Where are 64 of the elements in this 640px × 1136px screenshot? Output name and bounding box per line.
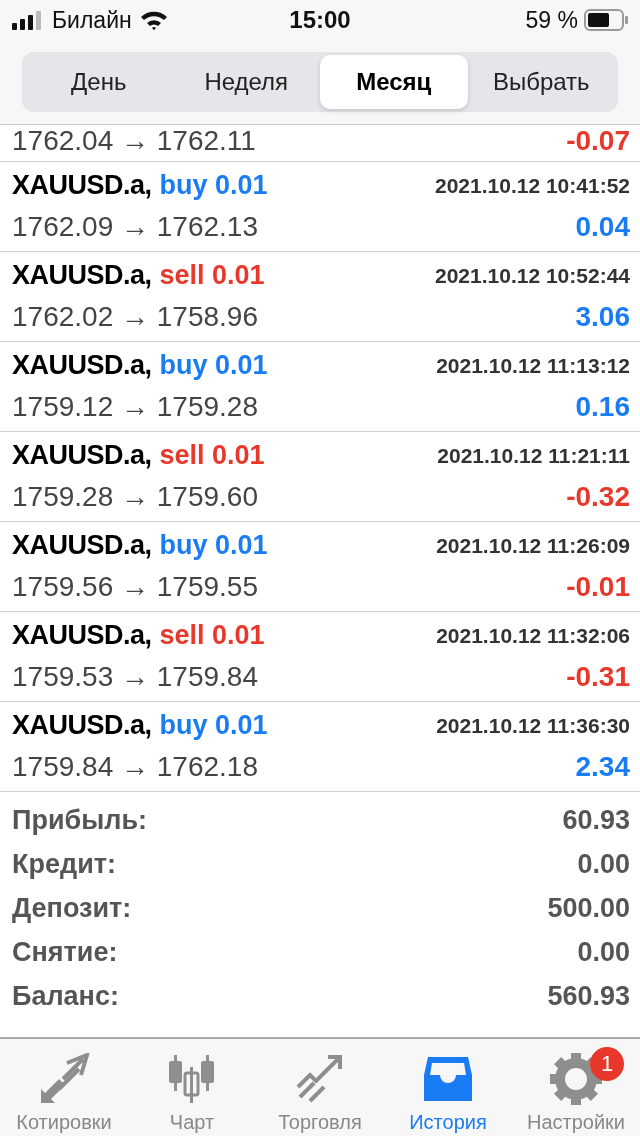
trade-time: 2021.10.12 11:26:09: [436, 533, 630, 558]
price-range: 1762.04 → 1762.11: [12, 125, 256, 157]
symbol-label: XAUUSD.a,: [12, 350, 152, 380]
profit-value: -0.01: [566, 570, 630, 603]
period-tab[interactable]: Месяц: [320, 55, 468, 109]
price-range: 1759.12 → 1759.28: [12, 390, 258, 423]
price-range: 1762.02 → 1758.96: [12, 300, 258, 333]
order-label: buy 0.01: [159, 350, 268, 380]
summary-value: 60.93: [562, 804, 630, 836]
summary-label: Депозит:: [12, 892, 132, 924]
battery-icon: [584, 9, 628, 31]
trade-time: 2021.10.12 10:41:52: [435, 173, 630, 198]
price-range: 1762.09 → 1762.13: [12, 210, 258, 243]
period-tab[interactable]: День: [25, 55, 173, 109]
notification-badge: 1: [590, 1047, 624, 1081]
summary-label: Баланс:: [12, 980, 119, 1012]
price-range: 1759.53 → 1759.84: [12, 660, 258, 693]
symbol-label: XAUUSD.a,: [12, 260, 152, 290]
carrier-name: Билайн: [52, 6, 132, 34]
symbol-label: XAUUSD.a,: [12, 530, 152, 560]
trade-time: 2021.10.12 11:32:06: [436, 623, 630, 648]
trade-time: 2021.10.12 10:52:44: [435, 263, 630, 288]
profit-value: -0.31: [566, 660, 630, 693]
price-range: 1759.28 → 1759.60: [12, 480, 258, 513]
order-label: buy 0.01: [159, 170, 268, 200]
profit-value: -0.32: [566, 480, 630, 513]
period-tab[interactable]: Неделя: [172, 55, 320, 109]
summary-value: 560.93: [547, 980, 630, 1012]
tab-bar-item[interactable]: Чарт: [128, 1039, 256, 1136]
profit-value: 3.06: [575, 300, 630, 333]
order-label: sell 0.01: [159, 260, 265, 290]
symbol-label: XAUUSD.a,: [12, 170, 152, 200]
price-range: 1759.56 → 1759.55: [12, 570, 258, 603]
profit-value: 0.16: [575, 390, 630, 423]
summary-label: Прибыль:: [12, 804, 147, 836]
profit-value: 0.04: [575, 210, 630, 243]
clock-time: 15:00: [289, 6, 351, 34]
period-tab[interactable]: Выбрать: [467, 55, 615, 109]
trade-time: 2021.10.12 11:13:12: [436, 353, 630, 378]
order-label: buy 0.01: [159, 710, 268, 740]
order-label: sell 0.01: [159, 440, 265, 470]
profit-value: 2.34: [575, 750, 630, 783]
trade-time: 2021.10.12 11:36:30: [436, 713, 630, 738]
signal-icon: [12, 10, 44, 30]
order-label: sell 0.01: [159, 620, 265, 650]
symbol-label: XAUUSD.a,: [12, 440, 152, 470]
summary-value: 0.00: [577, 848, 630, 880]
wifi-icon: [139, 10, 168, 30]
symbol-label: XAUUSD.a,: [12, 620, 152, 650]
settings-icon: [550, 1053, 602, 1105]
trade-time: 2021.10.12 11:21:11: [437, 443, 630, 468]
order-label: buy 0.01: [159, 530, 268, 560]
profit-value: -0.07: [566, 125, 630, 157]
battery-percent: 59 %: [525, 6, 578, 34]
tab-bar-item[interactable]: История: [384, 1039, 512, 1136]
summary-value: 0.00: [577, 936, 630, 968]
tab-bar-item[interactable]: Торговля: [256, 1039, 384, 1136]
price-range: 1759.84 → 1762.18: [12, 750, 258, 783]
summary-label: Кредит:: [12, 848, 116, 880]
summary-value: 500.00: [547, 892, 630, 924]
summary-label: Снятие:: [12, 936, 118, 968]
tab-bar-item[interactable]: Настройки 1: [512, 1039, 640, 1136]
symbol-label: XAUUSD.a,: [12, 710, 152, 740]
tab-bar-item[interactable]: Котировки: [0, 1039, 128, 1136]
